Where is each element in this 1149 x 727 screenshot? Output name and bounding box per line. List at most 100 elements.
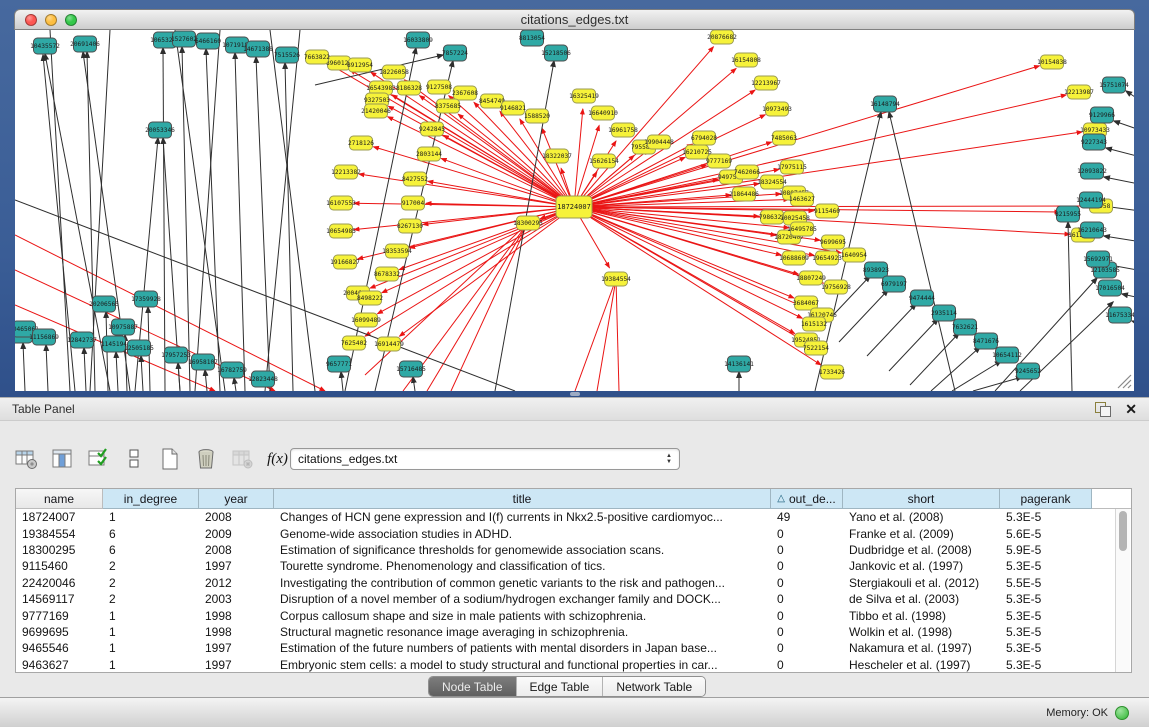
cell-year: 2008: [199, 543, 274, 557]
cell-short: Tibbo et al. (1998): [843, 609, 1000, 623]
dropdown-spinner-icon: ▲▼: [666, 454, 672, 465]
resize-grip-icon[interactable]: [1114, 371, 1132, 389]
citation-graph[interactable]: 1872400718300295193845541632541916640910…: [15, 30, 1134, 391]
cell-pagerank: 5.3E-5: [1000, 609, 1092, 623]
node-label: 15692971: [1083, 256, 1113, 263]
cell-out-de-: 0: [771, 543, 843, 557]
red-citation-edge: [574, 66, 1040, 207]
cell-out-de-: 0: [771, 641, 843, 655]
red-citation-edge: [575, 279, 616, 391]
column-header-label: title: [513, 492, 532, 506]
table-select-dropdown[interactable]: citations_edges.txt ▲▼: [290, 448, 680, 470]
node-label: 11156869: [29, 334, 59, 341]
black-citation-edge: [270, 30, 315, 391]
cell-year: 2003: [199, 592, 274, 606]
table-row[interactable]: 1872400712008Changes of HCN gene express…: [16, 509, 1131, 525]
select-columns-icon[interactable]: [84, 446, 111, 473]
table-panel-title: Table Panel: [12, 402, 75, 416]
split-pane-handle[interactable]: [570, 392, 580, 396]
table-row[interactable]: 1830029562008Estimation of significance …: [16, 542, 1131, 558]
node-label: 18807249: [796, 275, 826, 282]
vertical-scrollbar[interactable]: [1115, 509, 1130, 672]
node-label: 9227343: [1081, 139, 1107, 146]
black-citation-edge: [867, 304, 916, 356]
import-table-icon[interactable]: [228, 446, 255, 473]
node-label: 10973433: [1080, 127, 1110, 134]
cell-pagerank: 5.3E-5: [1000, 559, 1092, 573]
scrollbar-thumb[interactable]: [1119, 511, 1127, 551]
node-label: 16958107: [188, 359, 218, 366]
delete-table-icon[interactable]: [192, 446, 219, 473]
column-header-pagerank[interactable]: pagerank: [1000, 489, 1092, 509]
table-row[interactable]: 911546021997Tourette syndrome. Phenomeno…: [16, 558, 1131, 574]
cell-name: 9115460: [16, 559, 103, 573]
node-label: 20876682: [707, 34, 737, 41]
cell-out-de-: 0: [771, 576, 843, 590]
table-tabs: Node TableEdge TableNetwork Table: [428, 676, 706, 697]
column-visibility-icon[interactable]: [48, 446, 75, 473]
node-label: 8375685: [435, 103, 461, 110]
node-label: 10025458: [780, 215, 810, 222]
node-label: 17957253: [161, 352, 191, 359]
node-label: 9699695: [820, 239, 846, 246]
cell-in-degree: 1: [103, 510, 199, 524]
column-header-short[interactable]: short: [843, 489, 1000, 509]
new-column-icon[interactable]: [12, 446, 39, 473]
node-label: 16210725: [682, 149, 712, 156]
table-row[interactable]: 969969511998Structural magnetic resonanc…: [16, 624, 1131, 640]
tab-node-table[interactable]: Node Table: [429, 677, 517, 696]
tab-edge-table[interactable]: Edge Table: [517, 677, 604, 696]
table-row[interactable]: 2242004622012Investigating the contribut…: [16, 575, 1131, 591]
black-citation-edge: [1132, 321, 1134, 326]
column-header-title[interactable]: title: [274, 489, 771, 509]
network-canvas[interactable]: 1872400718300295193845541632541916640910…: [15, 30, 1134, 391]
column-header-out-de-[interactable]: △out_de...: [771, 489, 843, 509]
memory-status-icon[interactable]: [1115, 706, 1129, 720]
node-label: 6466160: [195, 38, 221, 45]
tab-network-table[interactable]: Network Table: [603, 677, 705, 696]
table-row[interactable]: 1938455462009Genome-wide association stu…: [16, 525, 1131, 541]
node-label: 6979197: [881, 281, 907, 288]
node-label: 8813054: [519, 35, 545, 42]
black-citation-edge: [84, 348, 86, 391]
column-header-in-degree[interactable]: in_degree: [103, 489, 199, 509]
node-label: 3684067: [793, 300, 819, 307]
header-filler: [1092, 489, 1131, 509]
close-panel-icon[interactable]: ✕: [1125, 402, 1137, 416]
column-header-label: out_de...: [789, 492, 836, 506]
node-label: 17359928: [131, 296, 161, 303]
node-label: 16325419: [569, 93, 599, 100]
node-label: 8427552: [402, 176, 428, 183]
column-header-name[interactable]: name: [16, 489, 103, 509]
float-panel-icon[interactable]: [1095, 402, 1111, 416]
table-row[interactable]: 1456911722003Disruption of a novel membe…: [16, 591, 1131, 607]
node-label: 8912954: [347, 62, 373, 69]
node-label: 18353594: [382, 248, 412, 255]
black-citation-edge: [23, 343, 25, 391]
table-header-row: namein_degreeyear title △out_de... short pag…: [16, 489, 1131, 509]
node-label: 15218506: [541, 50, 571, 57]
black-citation-edge: [256, 57, 270, 391]
function-builder-icon[interactable]: f(x): [264, 446, 291, 473]
table-row[interactable]: 946362711997Embryonic stem cells: a mode…: [16, 657, 1131, 673]
table-row[interactable]: 977716911998Corpus callosum shape and si…: [16, 607, 1131, 623]
black-citation-edge: [931, 347, 980, 391]
black-citation-edge: [235, 53, 245, 391]
node-label: 20691406: [70, 41, 100, 48]
node-label: 9242845: [419, 126, 445, 133]
column-header-year[interactable]: year: [199, 489, 274, 509]
node-label: 21420046: [361, 108, 391, 115]
column-header-label: short: [908, 492, 935, 506]
row-height-icon[interactable]: [120, 446, 147, 473]
cell-year: 2008: [199, 510, 274, 524]
cell-year: 2012: [199, 576, 274, 590]
red-citation-edge: [399, 207, 574, 336]
cell-in-degree: 6: [103, 543, 199, 557]
cell-name: 18724007: [16, 510, 103, 524]
black-citation-edge: [175, 30, 225, 391]
new-table-icon[interactable]: [156, 446, 183, 473]
node-label: 20053346: [145, 127, 175, 134]
cell-name: 9777169: [16, 609, 103, 623]
window-titlebar[interactable]: citations_edges.txt: [14, 9, 1135, 30]
table-row[interactable]: 946554611997Estimation of the future num…: [16, 640, 1131, 656]
